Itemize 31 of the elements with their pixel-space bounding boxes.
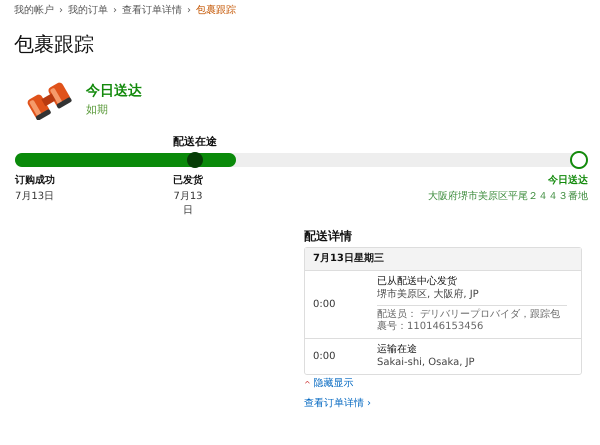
milestone-date: 大阪府堺市美原区平尾２４４３番地 bbox=[428, 190, 588, 203]
milestone-label: 今日送达 bbox=[548, 174, 588, 187]
event-time: 0:00 bbox=[313, 350, 336, 363]
date-header: 7月13日星期三 bbox=[305, 248, 581, 272]
order-details-link[interactable]: 查看订单详情 bbox=[304, 398, 364, 410]
delivery-substatus: 如期 bbox=[86, 102, 109, 116]
breadcrumb-link[interactable]: 我的订单 bbox=[68, 3, 108, 17]
page-title: 包裹跟踪 bbox=[14, 31, 95, 58]
stage-label: 配送在途 bbox=[173, 134, 217, 149]
milestone-date: 7月13日 bbox=[15, 190, 56, 203]
destination-marker bbox=[570, 151, 588, 169]
milestone-label: 订购成功 bbox=[15, 174, 56, 187]
breadcrumb-current: 包裹跟踪 bbox=[196, 4, 236, 17]
caret-icon: ^ bbox=[304, 380, 311, 390]
event-title: 运输在途 bbox=[377, 344, 418, 356]
event-time: 0:00 bbox=[313, 298, 336, 311]
delivery-status: 今日送达 bbox=[86, 82, 142, 100]
event-location: 堺市美原区, 大阪府, JP bbox=[377, 289, 480, 302]
event-location: Sakai-shi, Osaka, JP bbox=[377, 357, 476, 370]
separator-icon: › bbox=[187, 4, 191, 16]
section-title: 配送详情 bbox=[304, 229, 353, 244]
breadcrumb-link[interactable]: 我的帐户 bbox=[14, 3, 54, 17]
separator-icon: › bbox=[59, 4, 63, 16]
breadcrumb-link[interactable]: 查看订单详情 bbox=[122, 3, 182, 17]
milestone-date: 7月13日 bbox=[172, 190, 204, 217]
event-note: 配送员： デリバリープロバイダ，跟踪包裹号：110146153456 bbox=[377, 305, 567, 334]
chevron-icon[interactable]: › bbox=[367, 398, 371, 410]
event-title: 已从配送中心发货 bbox=[377, 276, 458, 288]
separator-icon: › bbox=[113, 4, 117, 16]
hide-link[interactable]: 隐藏显示 bbox=[314, 378, 354, 390]
milestone-label: 已发货 bbox=[173, 174, 203, 187]
